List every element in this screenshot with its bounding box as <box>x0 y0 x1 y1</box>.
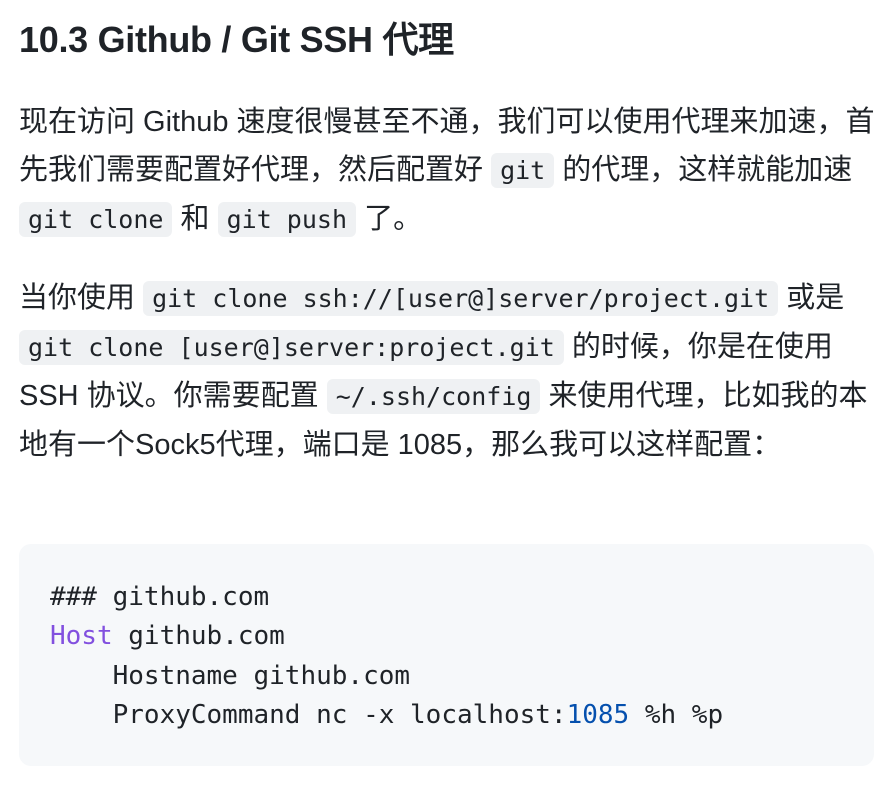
paragraph-text: 了。 <box>356 203 423 235</box>
paragraph-text: 的代理，这样就能加速 <box>554 154 853 186</box>
code-port-number: 1085 <box>566 699 630 730</box>
inline-code-git-push: git push <box>217 202 357 237</box>
code-line-comment: ### github.com <box>50 582 270 612</box>
ssh-config-code-block[interactable]: ### github.com Host github.com Hostname g… <box>19 544 874 766</box>
section-heading: 10.3 Github / Git SSH 代理 <box>19 19 454 60</box>
inline-code-clone-scp: git clone [user@]server:project.git <box>19 330 564 365</box>
code-line-hostname: Hostname github.com <box>50 660 411 691</box>
code-text: ProxyCommand nc -x localhost: <box>50 699 567 730</box>
code-line-proxycommand: ProxyCommand nc -x localhost:1085 %h %p <box>50 696 724 735</box>
code-content: ### github.com Host github.com Hostname g… <box>50 578 723 735</box>
intro-paragraph: 现在访问 Github 速度很慢甚至不通，我们可以使用代理来加速，首先我们需要配… <box>19 98 875 244</box>
paragraph-text: 和 <box>172 203 218 235</box>
ssh-paragraph: 当你使用 git clone ssh://[user@]server/proje… <box>19 274 875 469</box>
paragraph-text: 当你使用 <box>19 282 144 314</box>
inline-code-ssh-config: ~/.ssh/config <box>326 379 541 414</box>
inline-code-clone-ssh: git clone ssh://[user@]server/project.gi… <box>143 281 779 316</box>
inline-code-git-clone: git clone <box>19 202 173 237</box>
code-line-host: Host github.com <box>50 617 723 656</box>
inline-code-git: git <box>491 153 555 188</box>
code-text: %h %p <box>629 699 724 730</box>
paragraph-text: 或是 <box>778 282 845 314</box>
code-text: github.com <box>112 621 285 652</box>
code-keyword-host: Host <box>50 621 113 652</box>
